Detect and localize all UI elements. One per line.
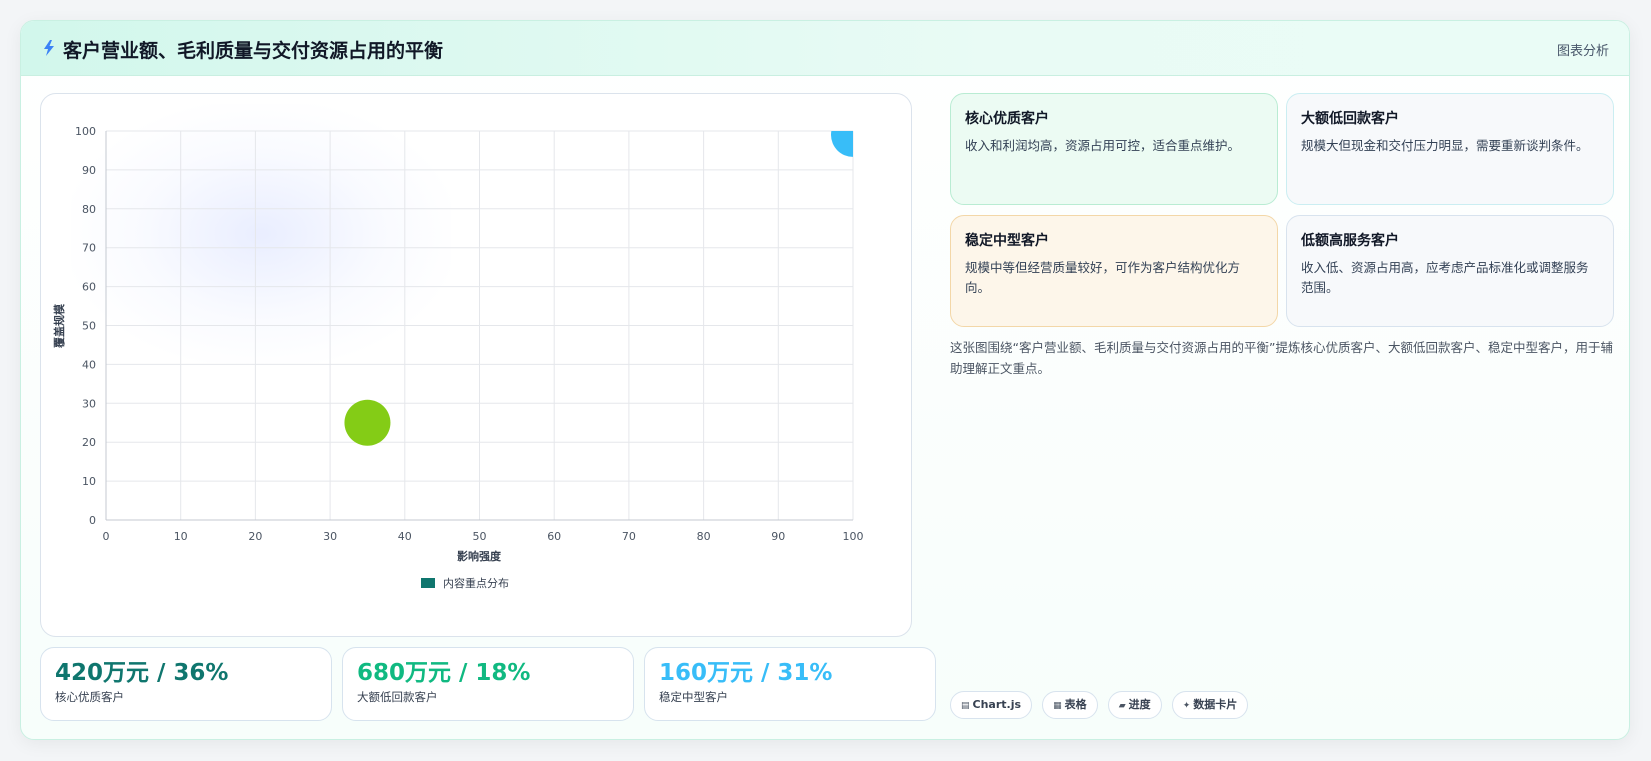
table-icon: ▦ <box>1053 701 1062 711</box>
card-title: 稳定中型客户 <box>965 233 1049 249</box>
stat-label: 大额低回款客户 <box>357 690 438 704</box>
x-tick-label: 80 <box>697 530 711 543</box>
chip-label: 数据卡片 <box>1193 698 1238 711</box>
x-tick-label: 90 <box>771 530 785 543</box>
y-tick-label: 90 <box>82 164 96 177</box>
chip-progress[interactable]: ▰ 进度 <box>1107 691 1162 719</box>
card-description: 规模大但现金和交付压力明显，需要重新谈判条件。 <box>1301 138 1589 153</box>
x-tick-label: 10 <box>174 530 188 543</box>
scatter-chart-card: 0 10 20 30 40 50 60 70 80 90 100 0 10 20 30 40 50 60 70 80 9… <box>40 93 912 637</box>
card-title: 大额低回款客户 <box>1301 111 1399 127</box>
stat-card-large: 680万元 / 18% 大额低回款客户 <box>342 647 634 721</box>
card-description: 收入和利润均高，资源占用可控，适合重点维护。 <box>965 138 1241 153</box>
y-tick-label: 10 <box>82 475 96 488</box>
chip-chartjs[interactable]: ▤ Chart.js <box>950 691 1033 719</box>
y-tick-label: 20 <box>82 436 96 449</box>
panel-header: 客户营业额、毛利质量与交付资源占用的平衡 图表分析 <box>21 21 1629 76</box>
chart-icon: ▤ <box>961 701 970 711</box>
x-tick-label: 30 <box>323 530 337 543</box>
y-tick-label: 80 <box>82 203 96 216</box>
chip-label: Chart.js <box>972 698 1022 711</box>
scatter-chart: 0 10 20 30 40 50 60 70 80 90 100 0 10 20 30 40 50 60 70 80 9… <box>52 113 875 590</box>
page-title: 客户营业额、毛利质量与交付资源占用的平衡 <box>63 40 444 62</box>
stat-value: 420万元 / 36% <box>55 660 229 686</box>
lightning-icon <box>44 40 54 56</box>
scatter-point[interactable] <box>831 113 875 157</box>
stat-value: 160万元 / 31% <box>659 660 833 686</box>
tech-chips: ▤ Chart.js ▦ 表格 ▰ 进度 ✦ 数据卡片 <box>950 691 1253 721</box>
x-tick-label: 60 <box>547 530 561 543</box>
card-low-revenue-high-service-customer: 低额高服务客户 收入低、资源占用高，应考虑产品标准化或调整服务范围。 <box>1286 215 1614 327</box>
progress-icon: ▰ <box>1118 701 1126 711</box>
stat-label: 稳定中型客户 <box>659 690 728 704</box>
y-tick-label: 60 <box>82 281 96 294</box>
chip-table[interactable]: ▦ 表格 <box>1042 691 1098 719</box>
chip-data-card[interactable]: ✦ 数据卡片 <box>1171 691 1249 719</box>
card-core-premium-customer: 核心优质客户 收入和利润均高，资源占用可控，适合重点维护。 <box>950 93 1278 205</box>
y-tick-label: 0 <box>89 514 96 527</box>
chart-analysis-tag: 图表分析 <box>1556 44 1609 59</box>
card-title: 核心优质客户 <box>965 111 1049 127</box>
chip-label: 表格 <box>1064 698 1087 711</box>
card-title: 低额高服务客户 <box>1301 233 1399 249</box>
x-tick-label: 40 <box>398 530 412 543</box>
stat-label: 核心优质客户 <box>55 690 124 704</box>
summary-text: 这张图围绕“客户营业额、毛利质量与交付资源占用的平衡”提炼核心优质客户、大额低回… <box>950 340 1613 376</box>
chip-label: 进度 <box>1128 698 1151 711</box>
y-tick-label: 40 <box>82 358 96 371</box>
stat-card-core: 420万元 / 36% 核心优质客户 <box>40 647 332 721</box>
legend-swatch <box>421 578 435 588</box>
legend-label: 内容重点分布 <box>443 576 509 590</box>
card-large-low-payment-customer: 大额低回款客户 规模大但现金和交付压力明显，需要重新谈判条件。 <box>1286 93 1614 205</box>
x-axis-label: 影响强度 <box>457 549 502 563</box>
y-tick-label: 30 <box>82 397 96 410</box>
report-panel: 客户营业额、毛利质量与交付资源占用的平衡 图表分析 0 10 20 30 40 50 60 7… <box>20 20 1630 740</box>
card-stable-mid-customer: 稳定中型客户 规模中等但经营质量较好，可作为客户结构优化方向。 <box>950 215 1278 327</box>
card-description: 规模中等但经营质量较好，可作为客户结构优化方向。 <box>965 260 1241 295</box>
x-tick-label: 0 <box>103 530 110 543</box>
scatter-point[interactable] <box>344 399 391 446</box>
x-tick-label: 50 <box>473 530 487 543</box>
x-tick-label: 100 <box>843 530 864 543</box>
stat-card-stable: 160万元 / 31% 稳定中型客户 <box>644 647 936 721</box>
card-description: 收入低、资源占用高，应考虑产品标准化或调整服务范围。 <box>1301 260 1589 295</box>
y-axis-label: 覆盖规模 <box>52 303 66 348</box>
x-tick-label: 70 <box>622 530 636 543</box>
y-tick-label: 50 <box>82 320 96 333</box>
y-tick-label: 100 <box>75 125 96 138</box>
sparkle-icon: ✦ <box>1182 701 1191 711</box>
stat-value: 680万元 / 18% <box>357 660 531 686</box>
y-tick-label: 70 <box>82 242 96 255</box>
x-tick-label: 20 <box>248 530 262 543</box>
